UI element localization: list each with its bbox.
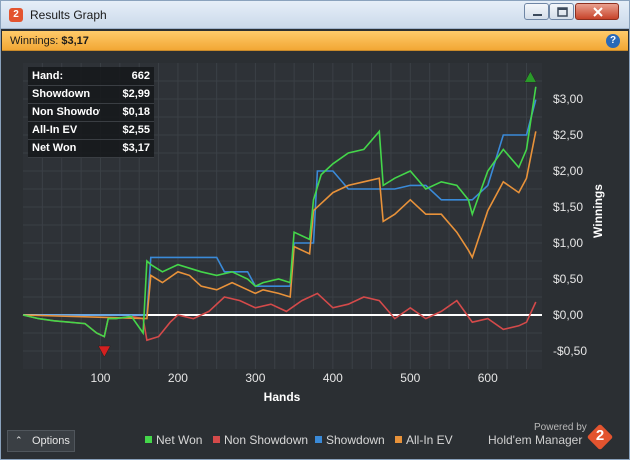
x-axis-label: Hands (264, 390, 301, 404)
close-button[interactable] (575, 3, 619, 20)
holdem-manager-text: Hold'em Manager (488, 433, 583, 447)
holdem-manager-logo-text: 2 (595, 427, 605, 444)
hand-info-table: Hand:662Showdown$2,99Non Showdown$0,18Al… (28, 67, 154, 158)
x-tick-label: 500 (400, 371, 420, 385)
results-graph-window: 2 Results Graph Winnings: $3,17 ? 100 20… (0, 0, 630, 460)
legend-swatch (395, 436, 402, 443)
y-tick-label: $1,50 (553, 200, 583, 214)
info-row: Net Won $3,17 (28, 139, 154, 158)
info-label: Non Showdown (28, 103, 100, 122)
maximize-icon (557, 7, 568, 17)
y-tick-label: $3,00 (553, 92, 583, 106)
info-label: All-In EV (28, 121, 100, 140)
info-label: Net Won (28, 139, 100, 158)
chevron-up-icon: ⌃ (15, 435, 23, 445)
info-row: Showdown $2,99 (28, 85, 154, 104)
help-icon[interactable]: ? (606, 34, 620, 48)
legend-label: Showdown (326, 433, 385, 447)
legend-label: Net Won (156, 433, 203, 447)
info-row: All-In EV $2,55 (28, 121, 154, 140)
y-axis-label: Winnings (591, 184, 605, 238)
winnings-summary: Winnings: $3,17 (10, 35, 89, 47)
y-tick-label: $2,00 (553, 164, 583, 178)
legend-label: All-In EV (406, 433, 453, 447)
minimize-button[interactable] (524, 3, 549, 20)
x-tick-label: 200 (168, 371, 188, 385)
x-axis-ticks: 100 200 300 400 500 600 (90, 371, 498, 385)
info-value: $3,17 (100, 139, 154, 158)
x-tick-label: 400 (323, 371, 343, 385)
options-button[interactable]: ⌃ Options (7, 430, 75, 452)
window-title: Results Graph (30, 8, 107, 22)
app-logo-icon: 2 (9, 8, 23, 22)
info-row: Non Showdown$0,18 (28, 103, 154, 122)
maximize-button[interactable] (549, 3, 574, 20)
x-tick-label: 100 (90, 371, 110, 385)
y-axis-ticks: -$0,50 $0,00 $0,50 $1,00 $1,50 $2,00 $2,50 $3,0… (553, 92, 587, 358)
powered-by-text: Powered by (534, 422, 587, 433)
info-row: Hand: 662 (28, 67, 154, 86)
options-label: Options (32, 435, 70, 447)
legend-swatch (315, 436, 322, 443)
info-value: $2,55 (100, 121, 154, 140)
info-value: 662 (100, 67, 154, 86)
winnings-label: Winnings: (10, 35, 59, 47)
info-label: Showdown (28, 85, 100, 104)
legend-label: Non Showdown (224, 433, 309, 447)
x-tick-label: 600 (478, 371, 498, 385)
y-tick-label: $2,50 (553, 128, 583, 142)
legend-swatch (213, 436, 220, 443)
y-tick-label: $0,00 (553, 308, 583, 322)
title-bar[interactable]: 2 Results Graph (1, 1, 629, 29)
y-tick-label: $0,50 (553, 272, 583, 286)
close-icon (593, 7, 603, 17)
winnings-value: $3,17 (61, 35, 89, 47)
info-label: Hand: (28, 67, 100, 86)
y-tick-label: $1,00 (553, 236, 583, 250)
y-tick-label: -$0,50 (553, 344, 587, 358)
legend-swatch (145, 436, 152, 443)
minimize-icon (533, 14, 542, 16)
winnings-bar: Winnings: $3,17 ? (2, 31, 628, 51)
info-value: $0,18 (100, 103, 154, 122)
x-tick-label: 300 (245, 371, 265, 385)
info-value: $2,99 (100, 85, 154, 104)
